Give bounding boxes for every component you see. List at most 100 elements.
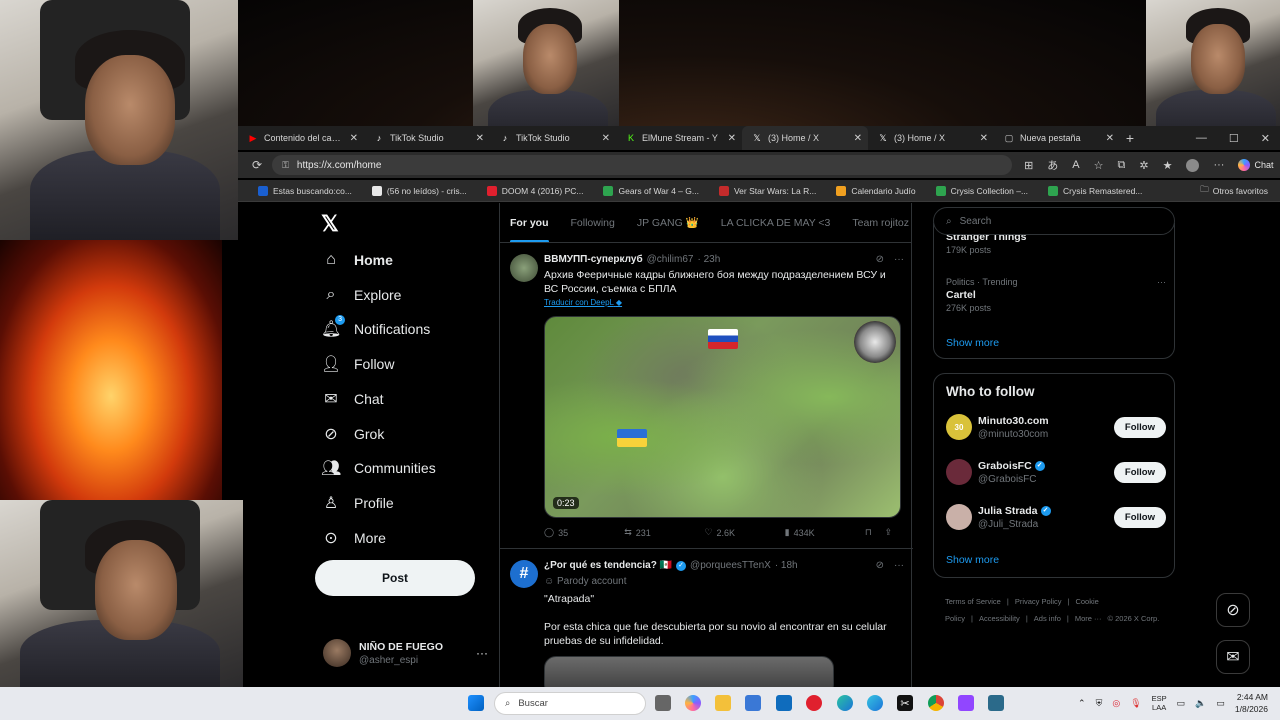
browser-tab[interactable]: ♪ TikTok Studio ✕ xyxy=(364,126,490,150)
tweet-time[interactable]: · 23h xyxy=(697,254,720,265)
favorite-star-icon[interactable]: ☆ xyxy=(1094,159,1104,172)
bookmark-item[interactable]: Estas buscando:co... xyxy=(258,185,352,196)
more-dots-icon[interactable]: ··· xyxy=(1157,277,1166,287)
like-button[interactable]: ♡ 2.6K xyxy=(704,527,784,538)
edge-icon[interactable] xyxy=(837,695,853,711)
store-icon[interactable] xyxy=(745,695,761,711)
nav-item-explore[interactable]: ⌕ Explore xyxy=(321,283,402,307)
show-more-follow-link[interactable]: Show more xyxy=(946,554,999,566)
views-button[interactable]: ▮ 434K xyxy=(785,527,865,538)
bookmark-button[interactable]: ⊓ xyxy=(865,527,885,538)
more-dots-icon[interactable]: ··· xyxy=(894,560,904,571)
puzzle-icon[interactable]: ✲ xyxy=(1139,159,1148,172)
nav-item-home[interactable]: ⌂ Home xyxy=(321,248,393,272)
opera-icon[interactable] xyxy=(806,695,822,711)
tweet-time[interactable]: · 18h xyxy=(775,560,798,571)
profile-avatar-icon[interactable] xyxy=(1186,158,1200,172)
post-button[interactable]: Post xyxy=(315,560,475,596)
follow-suggestion[interactable]: Julia Strada ✓ @Juli_Strada Follow xyxy=(946,504,1166,530)
other-bookmarks[interactable]: 🗀 Otros favoritos xyxy=(1200,184,1268,198)
nav-item-communities[interactable]: 👥︎ Communities xyxy=(321,456,436,480)
outlook-icon[interactable] xyxy=(776,695,792,711)
close-icon[interactable]: ✕ xyxy=(854,133,862,144)
taskbar-search[interactable]: ⌕ Buscar xyxy=(494,692,646,715)
tweet[interactable]: # ¿Por qué es tendencia? 🇲🇽 ✓ @porqueesT… xyxy=(500,550,913,687)
minimize-icon[interactable]: — xyxy=(1196,132,1207,144)
show-more-trends-link[interactable]: Show more xyxy=(946,337,999,349)
tweet-author-handle[interactable]: @porqueesTTenX xyxy=(690,560,771,571)
bookmark-item[interactable]: Crysis Collection –... xyxy=(935,185,1028,196)
close-icon[interactable]: ✕ xyxy=(1106,133,1114,144)
grok-icon[interactable]: ⊘ xyxy=(876,560,884,571)
chevron-up-icon[interactable]: ⌃ xyxy=(1078,698,1086,709)
maximize-icon[interactable]: ☐ xyxy=(1229,132,1239,145)
browser-tab[interactable]: ♪ TikTok Studio ✕ xyxy=(490,126,616,150)
more-dots-icon[interactable]: ··· xyxy=(894,254,904,265)
input-language[interactable]: ESP LAA xyxy=(1152,694,1167,712)
footer-link[interactable]: Terms of Service xyxy=(945,597,1001,606)
account-switcher[interactable]: NIÑO DE FUEGO @asher_espi ··· xyxy=(323,639,488,667)
nav-item-notifications[interactable]: 🔔︎ 3 Notifications xyxy=(321,315,430,341)
footer-link[interactable]: More ··· xyxy=(1075,614,1102,623)
bookmark-item[interactable]: (56 no leídos) - cris... xyxy=(371,185,467,196)
battery-icon[interactable]: ▭ xyxy=(1216,698,1225,709)
follow-suggestion[interactable]: GraboisFC ✓ @GraboisFC Follow xyxy=(946,459,1166,485)
footer-link[interactable]: Privacy Policy xyxy=(1015,597,1062,606)
chrome-icon[interactable] xyxy=(928,695,944,711)
browser-tab[interactable]: K ElMune Stream - Y ✕ xyxy=(616,126,742,150)
browser-tab[interactable]: 𝕏 (3) Home / X ✕ xyxy=(868,126,994,150)
reply-button[interactable]: ◯ 35 xyxy=(544,527,624,538)
task-view-icon[interactable] xyxy=(655,695,671,711)
browser-tab[interactable]: ▢ Nueva pestaña ✕ xyxy=(994,126,1120,150)
feed-tab[interactable]: LA CLICKA DE MAY <3 xyxy=(721,203,831,242)
grok-chat-button[interactable]: ⊘ xyxy=(1216,593,1250,627)
tweet[interactable]: ВВМУПП-суперклуб @chilim67 · 23h ⊘ ··· Ар… xyxy=(500,244,913,549)
favorites-icon[interactable]: ★ xyxy=(1163,159,1173,172)
footer-link[interactable]: © 2026 X Corp. xyxy=(1108,614,1160,623)
bookmark-item[interactable]: Calendario Judío xyxy=(836,185,916,196)
trend-item[interactable]: Politics · Trending Cartel 276K posts ··… xyxy=(946,277,1166,313)
tweet-video[interactable]: 0:23 xyxy=(544,316,901,518)
translate-icon[interactable]: あ xyxy=(1047,157,1058,173)
nav-item-grok[interactable]: ⊘ Grok xyxy=(321,422,384,446)
file-explorer-icon[interactable] xyxy=(715,695,731,711)
close-icon[interactable]: ✕ xyxy=(728,133,736,144)
feed-tab[interactable]: Team rojitoz xyxy=(852,203,909,242)
capcut-icon[interactable]: ✂ xyxy=(897,695,913,711)
edge-beta-icon[interactable] xyxy=(867,695,883,711)
opera-tray-icon[interactable]: ◎ xyxy=(1112,698,1120,709)
footer-link[interactable]: Ads info xyxy=(1034,614,1061,623)
copilot-icon[interactable] xyxy=(685,695,701,711)
close-icon[interactable]: ✕ xyxy=(1261,132,1270,145)
bookmark-item[interactable]: Gears of War 4 – G... xyxy=(603,185,699,196)
refresh-icon[interactable]: ⟳ xyxy=(252,158,262,172)
app-icon[interactable] xyxy=(988,695,1004,711)
volume-icon[interactable]: 🔈 xyxy=(1195,698,1206,709)
antivirus-icon[interactable]: ⛨ xyxy=(1096,698,1103,709)
grok-icon[interactable]: ⊘ xyxy=(876,254,884,265)
avatar[interactable] xyxy=(946,459,972,485)
close-icon[interactable]: ✕ xyxy=(476,133,484,144)
follow-button[interactable]: Follow xyxy=(1113,461,1166,483)
bookmark-item[interactable]: Ver Star Wars: La R... xyxy=(718,185,816,196)
close-icon[interactable]: ✕ xyxy=(350,133,358,144)
copilot-chat-button[interactable]: Chat xyxy=(1238,159,1273,171)
bookmark-item[interactable]: Crysis Remastered... xyxy=(1048,185,1142,196)
avatar[interactable]: 30 xyxy=(946,414,972,440)
app-grid-icon[interactable]: ⊞ xyxy=(1024,159,1033,172)
footer-link[interactable]: Accessibility xyxy=(979,614,1020,623)
nav-item-profile[interactable]: ♙ Profile xyxy=(321,491,394,515)
tweet-avatar[interactable] xyxy=(510,254,538,282)
tweet-author-name[interactable]: ВВМУПП-суперклуб xyxy=(544,254,643,265)
menu-dots-icon[interactable]: ··· xyxy=(1213,159,1224,171)
tweet-author-name[interactable]: ¿Por qué es tendencia? 🇲🇽 xyxy=(544,560,672,571)
bookmark-item[interactable]: DOOM 4 (2016) PC... xyxy=(486,185,583,196)
messages-button[interactable]: ✉ xyxy=(1216,640,1250,674)
tweet-author-handle[interactable]: @chilim67 xyxy=(647,254,694,265)
browser-tab[interactable]: 𝕏 (3) Home / X ✕ xyxy=(742,126,868,150)
site-info-icon[interactable]: ⚿ xyxy=(282,160,289,171)
close-icon[interactable]: ✕ xyxy=(980,133,988,144)
extensions-icon[interactable]: ⧉ xyxy=(1118,159,1126,172)
microphone-icon[interactable]: 🎙 xyxy=(1130,698,1141,709)
browser-tab[interactable]: ▶Contenido del canal - Y✕ xyxy=(238,126,364,150)
